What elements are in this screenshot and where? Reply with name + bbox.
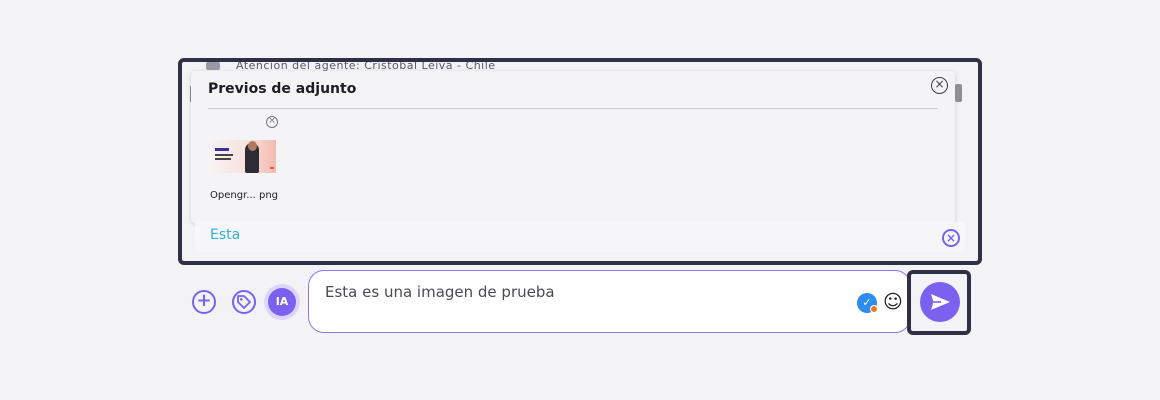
tag-icon bbox=[237, 295, 251, 309]
tag-button[interactable] bbox=[232, 290, 256, 314]
plus-icon: + bbox=[196, 290, 212, 311]
paper-plane-icon bbox=[931, 294, 950, 310]
message-input-text[interactable]: Esta es una imagen de prueba bbox=[325, 283, 555, 301]
send-button[interactable] bbox=[920, 282, 960, 322]
spell-check-status-dot bbox=[870, 305, 878, 313]
add-attachment-button[interactable]: + bbox=[192, 290, 216, 314]
message-input[interactable]: Esta es una imagen de prueba ✓ ☺ bbox=[308, 270, 911, 333]
ai-assistant-button[interactable]: IA bbox=[268, 288, 296, 316]
emoji-icon[interactable]: ☺ bbox=[883, 291, 903, 313]
preview-highlight-frame bbox=[178, 58, 982, 265]
